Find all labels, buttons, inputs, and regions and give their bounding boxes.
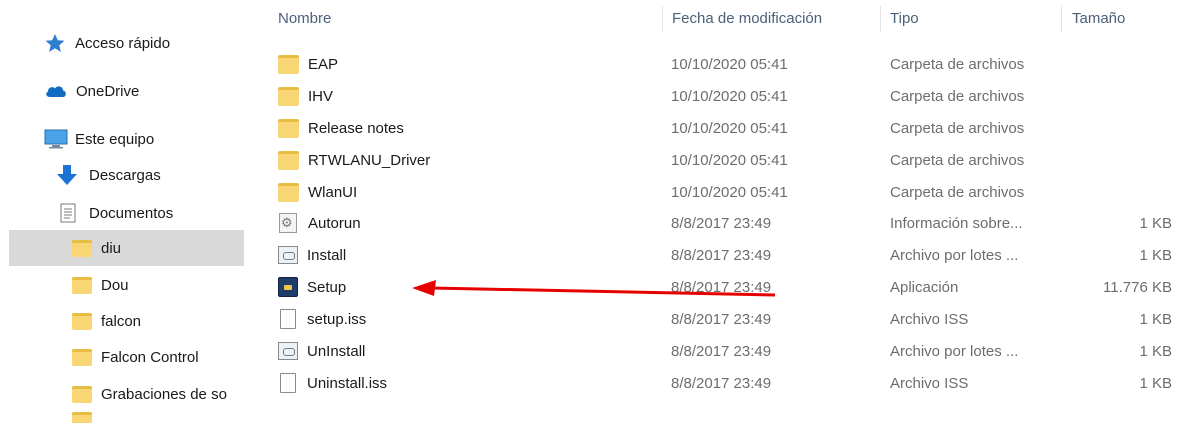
file-type: Carpeta de archivos — [890, 119, 1025, 137]
folder-icon — [278, 118, 299, 138]
file-date: 8/8/2017 23:49 — [671, 246, 772, 264]
file-name: Release notes — [308, 119, 404, 137]
file-type: Archivo por lotes ... — [890, 342, 1019, 360]
file-type: Carpeta de archivos — [890, 55, 1025, 73]
file-name: WlanUI — [308, 183, 358, 201]
file-row-uninstall-iss[interactable]: Uninstall.iss 8/8/2017 23:49 Archivo ISS… — [0, 367, 1179, 399]
file-row-setup[interactable]: Setup 8/8/2017 23:49 Aplicación 11.776 K… — [0, 271, 1179, 303]
column-header-size[interactable]: Tamaño — [1072, 10, 1125, 27]
file-row-install[interactable]: Install 8/8/2017 23:49 Archivo por lotes… — [0, 239, 1179, 271]
file-date: 8/8/2017 23:49 — [671, 342, 772, 360]
folder-icon — [278, 150, 299, 170]
file-type: Información sobre... — [890, 214, 1023, 232]
column-header-type[interactable]: Tipo — [890, 10, 919, 27]
column-divider[interactable] — [1061, 6, 1062, 32]
blank-file-icon — [280, 373, 296, 393]
file-date: 10/10/2020 05:41 — [671, 151, 788, 169]
setup-info-icon — [279, 213, 297, 233]
folder-icon — [278, 86, 299, 106]
file-name: UnInstall — [307, 342, 366, 360]
file-name: setup.iss — [307, 310, 367, 328]
file-name: Autorun — [308, 214, 361, 232]
file-date: 10/10/2020 05:41 — [671, 55, 788, 73]
file-row-rtwlanu-driver[interactable]: RTWLANU_Driver 10/10/2020 05:41 Carpeta … — [0, 144, 1179, 176]
file-size: 1 KB — [1139, 310, 1172, 328]
file-size: 1 KB — [1139, 246, 1172, 264]
batch-file-icon — [278, 342, 298, 360]
file-type: Carpeta de archivos — [890, 151, 1025, 169]
file-row-setup-iss[interactable]: setup.iss 8/8/2017 23:49 Archivo ISS 1 K… — [0, 303, 1179, 335]
file-size: 1 KB — [1139, 342, 1172, 360]
column-header-name[interactable]: Nombre — [278, 10, 331, 27]
sidebar-item-partial — [72, 411, 92, 423]
file-size: 1 KB — [1139, 214, 1172, 232]
file-row-autorun[interactable]: Autorun 8/8/2017 23:49 Información sobre… — [0, 207, 1179, 239]
file-date: 10/10/2020 05:41 — [671, 87, 788, 105]
file-row-ihv[interactable]: IHV 10/10/2020 05:41 Carpeta de archivos — [0, 80, 1179, 112]
file-size: 11.776 KB — [1103, 278, 1172, 296]
folder-icon — [72, 411, 92, 423]
file-name: Uninstall.iss — [307, 374, 388, 392]
file-name: Install — [307, 246, 347, 264]
column-divider[interactable] — [880, 6, 881, 32]
batch-file-icon — [278, 246, 298, 264]
file-date: 10/10/2020 05:41 — [671, 183, 788, 201]
file-type: Archivo ISS — [890, 374, 969, 392]
file-type: Carpeta de archivos — [890, 87, 1025, 105]
file-type: Carpeta de archivos — [890, 183, 1025, 201]
folder-icon — [278, 54, 299, 74]
file-row-eap[interactable]: EAP 10/10/2020 05:41 Carpeta de archivos — [0, 48, 1179, 80]
column-header-date[interactable]: Fecha de modificación — [672, 10, 822, 27]
file-name: EAP — [308, 55, 339, 73]
file-date: 10/10/2020 05:41 — [671, 119, 788, 137]
file-name: RTWLANU_Driver — [308, 151, 431, 169]
file-name: Setup — [307, 278, 347, 296]
file-type: Archivo por lotes ... — [890, 246, 1019, 264]
blank-file-icon — [280, 309, 296, 329]
file-date: 8/8/2017 23:49 — [671, 310, 772, 328]
file-type: Archivo ISS — [890, 310, 969, 328]
file-date: 8/8/2017 23:49 — [671, 214, 772, 232]
application-icon — [278, 277, 298, 297]
file-date: 8/8/2017 23:49 — [671, 374, 772, 392]
folder-icon — [278, 182, 299, 202]
file-name: IHV — [308, 87, 334, 105]
file-row-release-notes[interactable]: Release notes 10/10/2020 05:41 Carpeta d… — [0, 112, 1179, 144]
column-divider[interactable] — [662, 6, 663, 32]
file-date: 8/8/2017 23:49 — [671, 278, 772, 296]
file-row-wlanui[interactable]: WlanUI 10/10/2020 05:41 Carpeta de archi… — [0, 176, 1179, 208]
file-type: Aplicación — [890, 278, 959, 296]
file-size: 1 KB — [1139, 374, 1172, 392]
file-row-uninstall[interactable]: UnInstall 8/8/2017 23:49 Archivo por lot… — [0, 335, 1179, 367]
